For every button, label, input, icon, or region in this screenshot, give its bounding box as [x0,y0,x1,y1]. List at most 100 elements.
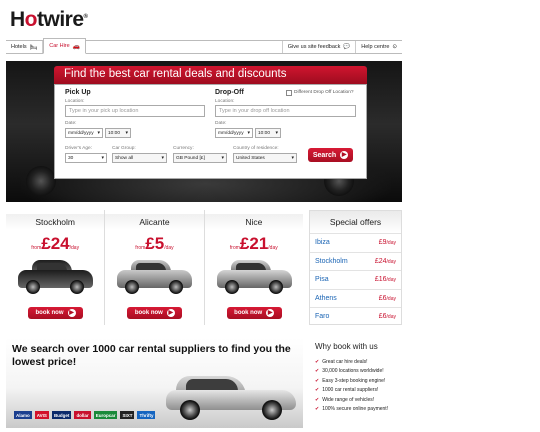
deal-card[interactable]: Stockholm from£24/day book now ▶ [6,210,106,325]
offer-row[interactable]: Faro £6/day [310,307,401,326]
deal-price: from£24/day [31,234,80,253]
pickup-location-label: Location: [65,99,85,104]
deal-card[interactable]: Nice from£21/day book now ▶ [204,210,303,325]
pickup-location-input[interactable]: Type in your pick up location [65,105,205,117]
why-book-panel: Why book with us ✔ Great car hire deals! … [315,342,405,414]
deal-city: Alicante [105,214,204,230]
why-item: ✔ Wide range of vehicles! [315,396,375,403]
help-centre-link[interactable]: Help centre ⊙ [356,41,402,53]
supplier-logo: Thrifty [137,411,156,419]
special-offers-panel: Special offers Ibiza £9/day Stockholm £24/… [309,210,402,325]
bed-icon: 🛏 [29,44,38,51]
book-now-button[interactable]: book now ▶ [28,307,83,319]
dropoff-date-input[interactable]: mm/dd/yyyy [215,128,253,138]
lifebuoy-icon: ⊙ [392,44,397,50]
pickup-time-select[interactable]: 10:00 [105,128,131,138]
book-now-button[interactable]: book now ▶ [127,307,183,319]
car-image [216,258,292,298]
offer-row[interactable]: Pisa £16/day [310,270,401,289]
offer-row[interactable]: Athens £6/day [310,288,401,308]
search-button[interactable]: Search ▶ [308,148,353,162]
arrow-right-icon: ▶ [67,309,76,317]
offer-row[interactable]: Ibiza £9/day [310,233,401,252]
dropoff-time-select[interactable]: 10:00 [255,128,281,138]
tab-car-hire[interactable]: Car Hire 🚗 [43,38,87,54]
special-offers-heading: Special offers [310,211,401,233]
arrow-right-icon: ▶ [340,151,349,159]
offer-price: £6/day [378,294,396,302]
pickup-heading: Pick Up [65,89,91,96]
feedback-label: Give us site feedback [287,44,341,50]
logo-text-h: H [10,8,25,31]
offer-city[interactable]: Faro [315,313,329,320]
dropoff-location-label: Location: [215,99,235,104]
driver-age-input[interactable]: 30 [65,153,107,163]
supplier-logo: AVIS [34,411,49,419]
offer-price: £24/day [374,257,396,265]
logo-text-o: o [24,8,38,31]
why-item: ✔ Easy 3-step booking engine! [315,377,386,384]
dropoff-date-label: Date: [215,121,227,126]
tab-car-hire-label: Car Hire [49,43,70,49]
deal-card[interactable]: Alicante from£5/day book now ▶ [105,210,205,325]
offer-city[interactable]: Stockholm [315,258,348,265]
driver-age-label: Driver's Age: [65,146,93,151]
country-label: Country of residence: [233,146,279,151]
dropoff-heading: Drop-Off [215,89,244,96]
deal-city: Stockholm [6,214,105,230]
why-item: ✔ 1000 car rental suppliers! [315,387,379,394]
deal-price: from£21/day [229,234,278,253]
car-group-label: Car Group: [112,146,136,151]
pickup-date-label: Date: [65,121,77,126]
check-icon: ✔ [315,368,320,375]
book-now-button[interactable]: book now ▶ [226,307,282,319]
different-dropoff-checkbox[interactable] [286,90,292,96]
check-icon: ✔ [315,396,320,403]
arrow-right-icon: ▶ [166,309,175,317]
promo-banner: We search over 1000 car rental suppliers… [6,338,303,428]
supplier-logo: Alamo [14,411,32,419]
offer-price: £6/day [378,313,396,321]
feedback-link[interactable]: Give us site feedback 💬 [281,41,357,53]
hero-banner: Find the best car rental deals and disco… [6,61,402,202]
country-select[interactable]: United States [233,153,297,163]
offer-city[interactable]: Pisa [315,276,329,283]
pickup-date-input[interactable]: mm/dd/yyyy [65,128,103,138]
offer-price: £9/day [378,239,396,247]
supplier-logo: dollar [74,411,91,419]
check-icon: ✔ [315,387,320,394]
check-icon: ✔ [315,358,320,365]
tab-hotels-label: Hotels [11,44,27,50]
help-label: Help centre [361,44,390,50]
car-image [18,258,93,298]
featured-deals: Stockholm from£24/day book now ▶ Alicante… [6,210,303,325]
promo-headline: We search over 1000 car rental suppliers… [12,343,291,368]
offer-row[interactable]: Stockholm £24/day [310,251,401,271]
dropoff-location-input[interactable]: Type in your drop off location [215,105,356,117]
currency-label: Currency: [173,146,194,151]
offer-city[interactable]: Ibiza [315,239,330,246]
arrow-right-icon: ▶ [266,309,275,317]
check-icon: ✔ [315,406,320,413]
search-form: Pick Up Location: Type in your pick up l… [54,84,367,179]
why-item: ✔ Great car hire deals! [315,358,368,365]
top-nav: Hotels 🛏 Car Hire 🚗 Give us site feedbac… [6,38,402,54]
check-icon: ✔ [315,377,320,384]
offer-price: £16/day [374,276,396,284]
currency-select[interactable]: GB Pound [£] [173,153,227,163]
deal-city: Nice [204,214,303,230]
offer-city[interactable]: Athens [315,295,337,302]
hotwire-logo[interactable]: Hotwire® [10,8,88,32]
supplier-logos: Alamo AVIS Budget dollar Europcar SIXT T… [14,411,197,419]
car-icon: 🚗 [72,43,81,50]
hero-title: Find the best car rental deals and disco… [54,66,367,84]
speech-bubble-icon: 💬 [343,44,351,50]
supplier-logo: Budget [51,411,72,419]
logo-text-rest: twire [37,8,84,31]
car-group-select[interactable]: Show all [112,153,167,163]
deal-price: from£5/day [135,234,174,253]
supplier-logo: SIXT [120,411,135,419]
tab-hotels[interactable]: Hotels 🛏 [6,41,44,53]
why-book-heading: Why book with us [315,342,378,351]
supplier-logo: Europcar [93,411,118,419]
